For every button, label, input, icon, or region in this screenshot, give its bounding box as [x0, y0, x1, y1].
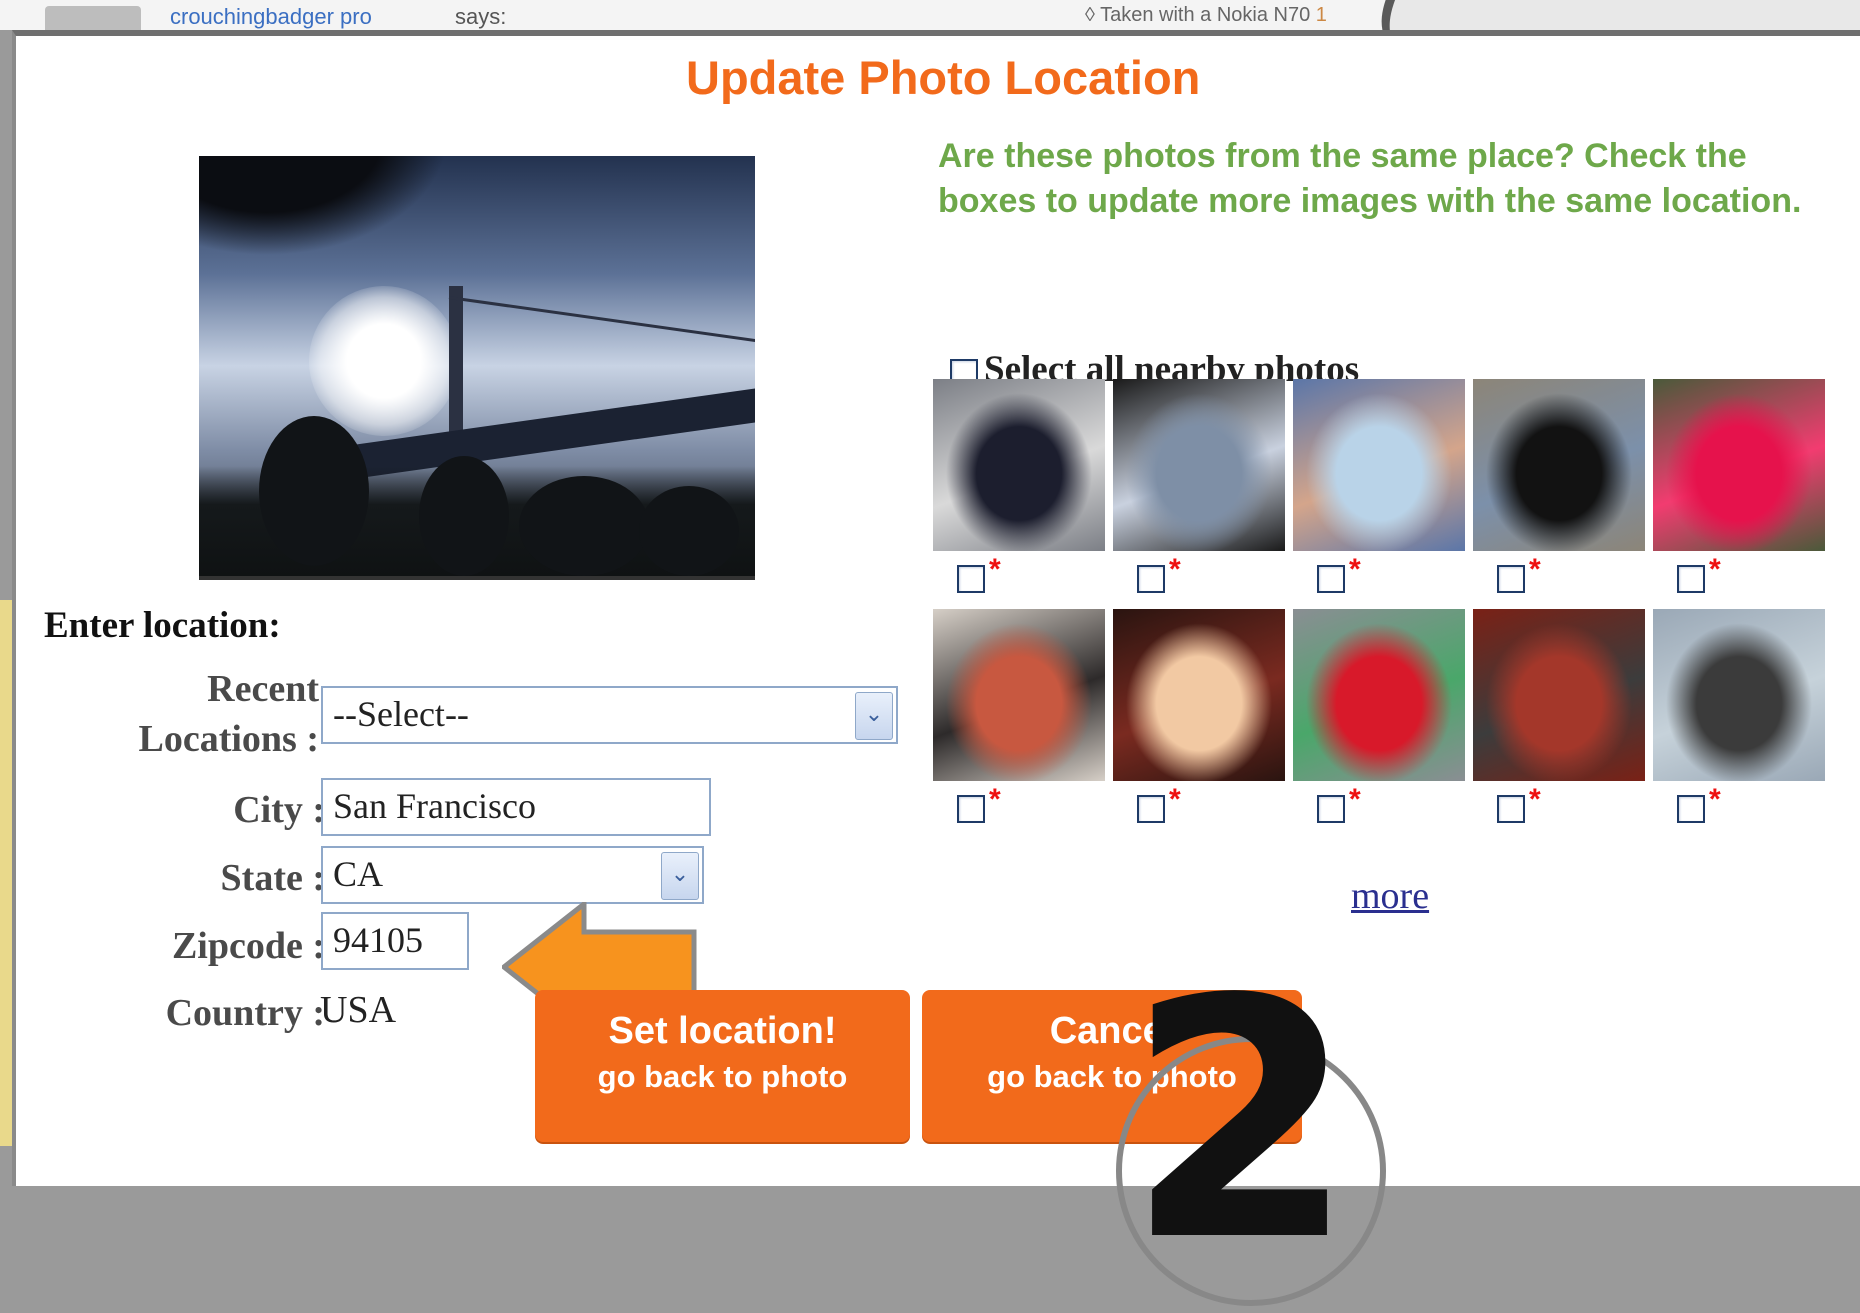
thumb-car	[933, 379, 1105, 551]
required-star-icon: *	[1709, 783, 1721, 816]
thumb-pink-hair	[1653, 379, 1825, 551]
says-text: says:	[455, 4, 507, 29]
nearby-photo-checkbox-row: *	[1317, 783, 1361, 823]
nearby-photo-checkbox[interactable]	[1137, 565, 1165, 593]
required-star-icon: *	[989, 783, 1001, 816]
city-label: City :	[233, 789, 325, 831]
camera-link[interactable]: 1	[1316, 4, 1327, 26]
required-star-icon: *	[1169, 783, 1181, 816]
country-label: Country :	[165, 992, 325, 1034]
photo-palm	[199, 156, 449, 256]
chevron-down-icon[interactable]: ⌄	[661, 852, 699, 900]
nearby-photo-checkbox-row: *	[1497, 783, 1541, 823]
photo-tree	[259, 416, 369, 566]
step-number: 2	[1126, 929, 1356, 1313]
photo-tree	[639, 486, 739, 576]
photo-sun	[309, 286, 459, 436]
thumb-udupi-palace	[1473, 609, 1645, 781]
camera-info: ◊ Taken with a Nokia N70 1	[1085, 4, 1327, 26]
more-link[interactable]: more	[1351, 874, 1429, 918]
enter-location-heading: Enter location:	[44, 605, 281, 646]
required-star-icon: *	[1349, 553, 1361, 586]
nearby-photo-checkbox-row: *	[957, 553, 1001, 593]
required-star-icon: *	[1169, 553, 1181, 586]
zipcode-label: Zipcode :	[171, 925, 325, 967]
nearby-photo-checkbox-row: *	[1497, 553, 1541, 593]
required-star-icon: *	[1709, 553, 1721, 586]
nearby-photo-checkbox-row: *	[957, 783, 1001, 823]
nearby-photo-checkbox[interactable]	[1677, 795, 1705, 823]
thumb-fiat	[1293, 609, 1465, 781]
nearby-photo-checkbox-row: *	[1137, 553, 1181, 593]
nearby-question: Are these photos from the same place? Ch…	[938, 137, 1802, 220]
nearby-photo-checkbox-row: *	[1317, 553, 1361, 593]
update-location-dialog: Update Photo Location Enter location: Re…	[12, 30, 1860, 1306]
nearby-photo-checkbox[interactable]	[1497, 565, 1525, 593]
thumb-man-bandana	[1293, 379, 1465, 551]
nearby-photo-checkbox[interactable]	[1497, 795, 1525, 823]
country-value: USA	[320, 989, 397, 1031]
thumb-poster	[933, 609, 1105, 781]
page-curl-decoration	[1338, 0, 1860, 30]
required-star-icon: *	[1529, 783, 1541, 816]
main-photo-bay-bridge	[199, 156, 755, 580]
nearby-photo-checkbox-row: *	[1137, 783, 1181, 823]
nearby-photo-checkbox[interactable]	[1677, 565, 1705, 593]
recent-locations-select[interactable]: --Select-- ⌄	[321, 686, 898, 744]
avatar	[45, 6, 141, 30]
zipcode-input[interactable]: 94105	[321, 912, 469, 970]
username-link[interactable]: crouchingbadger pro	[170, 4, 372, 30]
photo-bridge-cable	[448, 296, 755, 344]
photo-tree	[419, 456, 509, 576]
nearby-photo-checkbox[interactable]	[957, 565, 985, 593]
nearby-photo-checkbox-row: *	[1677, 783, 1721, 823]
background-edge	[0, 600, 12, 1146]
required-star-icon: *	[989, 553, 1001, 586]
photo-tree	[519, 476, 649, 576]
camera-icon: ◊	[1085, 4, 1095, 26]
nearby-photo-checkbox[interactable]	[1317, 795, 1345, 823]
required-star-icon: *	[1529, 553, 1541, 586]
nearby-photo-checkbox[interactable]	[1137, 795, 1165, 823]
state-label: State :	[220, 857, 325, 899]
required-star-icon: *	[1349, 783, 1361, 816]
set-location-button[interactable]: Set location! go back to photo	[535, 990, 910, 1142]
chevron-down-icon[interactable]: ⌄	[855, 692, 893, 740]
state-select[interactable]: CA ⌄	[321, 846, 704, 904]
thumb-tv-screen-2	[1473, 379, 1645, 551]
city-input[interactable]: San Francisco	[321, 778, 711, 836]
thumb-lights	[1113, 609, 1285, 781]
background-page-strip: crouchingbadger pro says: ◊ Taken with a…	[0, 0, 1860, 30]
recent-locations-label: Recent Locations :	[138, 668, 320, 760]
thumb-tv-screen-1	[1113, 379, 1285, 551]
nearby-photo-checkbox[interactable]	[1317, 565, 1345, 593]
nearby-photo-checkbox-row: *	[1677, 553, 1721, 593]
nearby-photo-checkbox[interactable]	[957, 795, 985, 823]
thumb-people	[1653, 609, 1825, 781]
